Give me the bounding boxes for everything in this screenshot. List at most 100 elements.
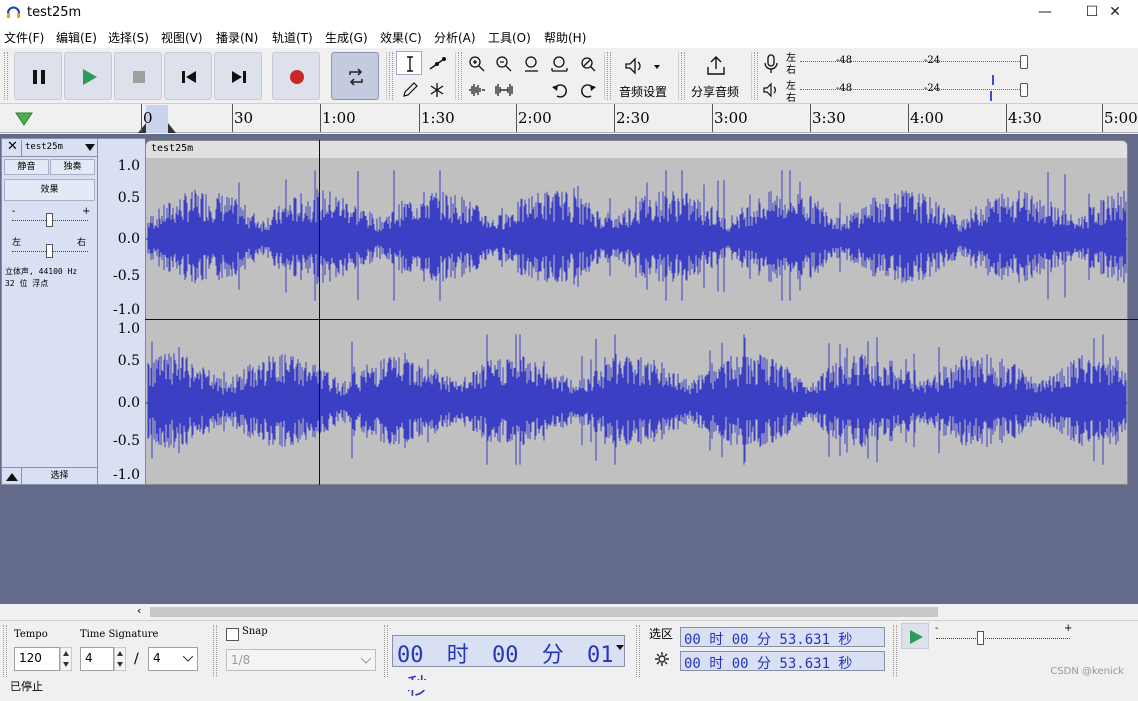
fit-selection-button[interactable]	[518, 51, 544, 75]
playback-speed-slider[interactable]	[936, 638, 1070, 639]
share-icon	[707, 56, 725, 75]
vscale-label: 0.0	[117, 395, 140, 411]
meter-grip[interactable]	[754, 52, 758, 100]
track-menu-button[interactable]: test25m	[21, 140, 97, 156]
time-sig-denominator-select[interactable]: 4	[148, 647, 198, 671]
rec-gain-thumb[interactable]	[1020, 55, 1028, 69]
audio-setup-button[interactable]: 音频设置	[614, 52, 672, 100]
tempo-spin-icon[interactable]	[60, 647, 72, 671]
time-sig-numerator-input[interactable]: 4	[80, 647, 114, 671]
pause-icon	[33, 70, 45, 84]
time-display[interactable]: 00 时 00 分 01 秒	[392, 635, 625, 700]
record-button[interactable]	[272, 52, 320, 100]
play-button[interactable]	[64, 52, 112, 100]
menu-tracks[interactable]: 轨道(T)	[272, 29, 313, 46]
audio-clip[interactable]: test25m	[145, 140, 1128, 485]
recording-meter[interactable]: 左 右 -48 -24	[784, 49, 1034, 76]
menu-help[interactable]: 帮助(H)	[544, 29, 586, 46]
envelope-tool[interactable]	[423, 51, 449, 75]
waveform[interactable]	[146, 158, 1128, 485]
zoom-out-button[interactable]	[490, 51, 516, 75]
audio-setup-grip[interactable]	[607, 52, 611, 100]
silence-button[interactable]	[490, 77, 516, 101]
vscale-label: 0.5	[117, 190, 140, 206]
pan-slider-thumb[interactable]	[46, 244, 53, 258]
time-grip[interactable]	[384, 625, 388, 677]
snap-grip[interactable]	[213, 625, 217, 677]
close-button[interactable]: ✕	[1092, 0, 1138, 26]
snap-select[interactable]: 1/8	[226, 649, 376, 671]
share-grip[interactable]	[681, 52, 685, 100]
zoom-in-icon	[469, 56, 485, 72]
play-at-speed-grip[interactable]	[893, 625, 897, 677]
draw-tool[interactable]	[396, 77, 422, 101]
selection-tool[interactable]	[396, 51, 422, 75]
playback-speed-thumb[interactable]	[977, 631, 984, 645]
scroll-left-icon[interactable]: ‹	[137, 604, 141, 617]
zoom-in-button[interactable]	[463, 51, 489, 75]
audio-setup-label: 音频设置	[619, 85, 668, 99]
playback-meter[interactable]: 左 右 -48 -24	[784, 75, 1034, 104]
play-icon	[83, 69, 97, 85]
tempo-grip[interactable]	[3, 625, 7, 677]
effects-button[interactable]: 效果	[4, 179, 95, 201]
undo-button[interactable]	[546, 77, 572, 101]
skip-to-end-button[interactable]	[214, 52, 262, 100]
i-beam-icon	[407, 56, 413, 72]
edit-grip[interactable]	[458, 52, 462, 100]
zoom-toggle-button[interactable]	[574, 51, 600, 75]
menu-file[interactable]: 文件(F)	[4, 29, 44, 46]
toolbar-grip[interactable]	[4, 52, 8, 100]
snap-checkbox[interactable]	[226, 628, 239, 641]
selection-start-time[interactable]: 00 时 00 分 53.631 秒	[680, 627, 885, 648]
menu-select[interactable]: 选择(S)	[108, 29, 149, 46]
time-sig-spin-icon[interactable]	[114, 647, 126, 671]
vertical-ruler[interactable]: 1.0 0.5 0.0 -0.5 -1.0 1.0 0.5 0.0 -0.5 -…	[98, 138, 145, 485]
gear-icon[interactable]	[654, 651, 670, 667]
horizontal-scrollbar[interactable]: ‹	[0, 604, 1138, 620]
fit-project-button[interactable]	[546, 51, 572, 75]
tools-grip[interactable]	[389, 52, 393, 100]
clip-header[interactable]: test25m	[146, 141, 1127, 158]
close-track-button[interactable]: ✕	[7, 139, 18, 154]
collapse-track-icon[interactable]	[6, 472, 18, 481]
multi-tool[interactable]	[423, 77, 449, 101]
time-format-dropdown-icon[interactable]	[616, 645, 624, 651]
menu-tools[interactable]: 工具(O)	[488, 29, 531, 46]
gain-slider-thumb[interactable]	[46, 213, 53, 227]
menu-edit[interactable]: 编辑(E)	[56, 29, 97, 46]
redo-button[interactable]	[574, 77, 600, 101]
minimize-button[interactable]: —	[1022, 0, 1068, 26]
waveform-channel	[147, 334, 1127, 465]
loop-button[interactable]	[331, 52, 379, 100]
share-audio-button[interactable]: 分享音频	[688, 52, 744, 100]
timeline-options-icon[interactable]	[14, 110, 34, 128]
track-header: ✕ test25m	[2, 139, 97, 157]
skip-to-start-button[interactable]	[164, 52, 212, 100]
scroll-thumb[interactable]	[150, 607, 938, 617]
solo-button[interactable]: 独奏	[50, 159, 95, 175]
ruler-time-label: 5:00	[1104, 109, 1138, 127]
play-at-speed-button[interactable]	[901, 623, 929, 649]
menu-analyze[interactable]: 分析(A)	[434, 29, 476, 46]
chevron-down-icon	[361, 658, 371, 664]
cursor-line	[319, 140, 320, 485]
play-gain-thumb[interactable]	[1020, 83, 1028, 97]
ruler-time-label: 1:30	[421, 109, 455, 127]
selection-end-time[interactable]: 00 时 00 分 53.631 秒	[680, 651, 885, 672]
share-audio-label: 分享音频	[691, 85, 740, 99]
menu-transport[interactable]: 播录(N)	[216, 29, 258, 46]
pan-left-label: 左	[12, 238, 22, 248]
stop-button[interactable]	[114, 52, 162, 100]
menu-effect[interactable]: 效果(C)	[380, 29, 422, 46]
tempo-input[interactable]: 120	[14, 647, 60, 671]
pause-button[interactable]	[14, 52, 62, 100]
select-track-button[interactable]: 选择	[21, 468, 97, 484]
timeline-ruler[interactable]: 0 30 1:00 1:30 2:00 2:30 3:00 3:30 4:00 4:30 5:00	[0, 104, 1138, 133]
trim-button[interactable]	[463, 77, 489, 101]
menu-generate[interactable]: 生成(G)	[325, 29, 368, 46]
mute-button[interactable]: 静音	[4, 159, 49, 175]
tempo-label: Tempo	[14, 629, 48, 640]
selection-grip[interactable]	[636, 625, 640, 677]
menu-view[interactable]: 视图(V)	[161, 29, 203, 46]
